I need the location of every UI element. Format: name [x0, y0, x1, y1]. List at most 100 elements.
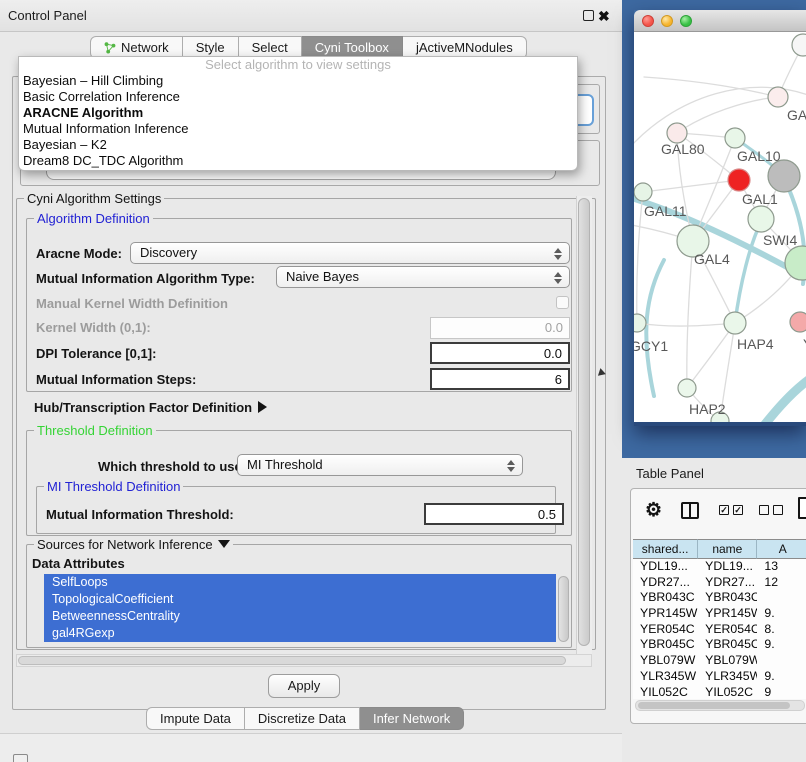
table-toolbar: ⚙ ✓ ✓: [631, 489, 806, 537]
document-icon[interactable]: [798, 497, 806, 519]
table-row[interactable]: YDL19...YDL19...13: [633, 559, 806, 575]
network-window-titlebar[interactable]: [634, 10, 806, 32]
collapse-down-icon[interactable]: [218, 540, 230, 548]
which-threshold-combo[interactable]: MI Threshold: [237, 454, 523, 476]
close-traffic-light[interactable]: [642, 15, 654, 27]
table-horizontal-scrollbar[interactable]: [635, 700, 805, 711]
mode-tab-label: Infer Network: [373, 708, 450, 729]
mode-tab-impute-data[interactable]: Impute Data: [146, 707, 245, 730]
network-node[interactable]: [667, 123, 687, 143]
table-row[interactable]: YBR043CYBR043C: [633, 590, 806, 606]
mi-steps-field[interactable]: 6: [430, 368, 570, 390]
network-node[interactable]: [768, 87, 788, 107]
table-cell: 13: [757, 559, 806, 575]
split-columns-icon[interactable]: [681, 502, 699, 519]
column-header-shared[interactable]: shared...: [633, 539, 698, 559]
mi-type-value: Naive Bayes: [286, 269, 359, 284]
float-window-icon[interactable]: [583, 10, 594, 21]
checked-checkbox-icon[interactable]: ✓: [733, 505, 743, 515]
table-scrollbar-thumb[interactable]: [638, 702, 790, 709]
table-panel: Table Panel ⚙ ✓ ✓ shared...nameA YDL19..…: [622, 458, 806, 762]
algorithm-dropdown: Select algorithm to view settings Bayesi…: [18, 56, 578, 171]
checked-checkbox-icon[interactable]: ✓: [719, 505, 729, 515]
which-threshold-value: MI Threshold: [247, 457, 323, 472]
attribute-item-topologicalcoefficient[interactable]: TopologicalCoefficient: [44, 591, 556, 608]
network-edge[interactable]: [687, 241, 693, 388]
node-label-swi4: SWI4: [763, 232, 797, 248]
zoom-traffic-light[interactable]: [680, 15, 692, 27]
mi-threshold-field[interactable]: 0.5: [424, 503, 564, 525]
mi-type-combo[interactable]: Naive Bayes: [276, 266, 570, 288]
network-node[interactable]: [728, 169, 750, 191]
network-edge[interactable]: [637, 192, 643, 323]
close-icon[interactable]: ✖: [598, 4, 610, 28]
unchecked-checkbox-icon[interactable]: [759, 505, 769, 515]
algorithm-option-dream8-dc-tdc-algorithm[interactable]: Dream8 DC_TDC Algorithm: [19, 153, 577, 169]
column-header-a[interactable]: A: [757, 539, 806, 559]
aracne-mode-combo[interactable]: Discovery: [130, 242, 570, 264]
table-row[interactable]: YPR145WYPR145W9.: [633, 606, 806, 622]
minimize-traffic-light[interactable]: [661, 15, 673, 27]
network-node[interactable]: [785, 246, 806, 280]
algorithm-dropdown-list: Bayesian – Hill ClimbingBasic Correlatio…: [19, 73, 577, 169]
table-cell: [757, 590, 806, 606]
mode-tab-discretize-data[interactable]: Discretize Data: [245, 707, 360, 730]
algorithm-option-aracne-algorithm[interactable]: ARACNE Algorithm: [19, 105, 577, 121]
settings-vertical-scrollbar-thumb[interactable]: [578, 198, 590, 646]
network-node[interactable]: [634, 314, 646, 332]
unchecked-checkbox-icon[interactable]: [773, 505, 783, 515]
table-cell: 8.: [757, 622, 806, 638]
table-row[interactable]: YIL052CYIL052C9: [633, 685, 806, 700]
algorithm-option-bayesian-hill-climbing[interactable]: Bayesian – Hill Climbing: [19, 73, 577, 89]
table-row[interactable]: YLR345WYLR345W9.: [633, 669, 806, 685]
algorithm-option-basic-correlation-inference[interactable]: Basic Correlation Inference: [19, 89, 577, 105]
table-cell: YBR045C: [633, 637, 698, 653]
network-node[interactable]: [790, 312, 806, 332]
network-node[interactable]: [678, 379, 696, 397]
node-label-hap4: HAP4: [737, 336, 774, 352]
network-node[interactable]: [725, 128, 745, 148]
which-threshold-label: Which threshold to use:: [98, 459, 246, 474]
network-node[interactable]: [634, 183, 652, 201]
table-row[interactable]: YBR045CYBR045C9.: [633, 637, 806, 653]
sources-group-title[interactable]: Sources for Network Inference: [34, 537, 233, 552]
network-edge[interactable]: [687, 323, 735, 388]
table-row[interactable]: YER054CYER054C8.: [633, 622, 806, 638]
table-cell: YBL079W: [698, 653, 757, 669]
table-cell: YBL079W: [633, 653, 698, 669]
algorithm-option-bayesian-k2[interactable]: Bayesian – K2: [19, 137, 577, 153]
table-cell: 9.: [757, 669, 806, 685]
kernel-width-field[interactable]: 0.0: [430, 317, 570, 339]
attributes-scrollbar-thumb[interactable]: [558, 576, 569, 642]
kernel-width-label: Kernel Width (0,1):: [36, 320, 151, 335]
table-row[interactable]: YDR27...YDR27...12: [633, 575, 806, 591]
algorithm-option-mutual-information-inference[interactable]: Mutual Information Inference: [19, 121, 577, 137]
dpi-tolerance-field[interactable]: 0.0: [430, 342, 570, 364]
network-node[interactable]: [748, 206, 774, 232]
table-cell: YBR043C: [698, 590, 757, 606]
table-cell: YPR145W: [698, 606, 757, 622]
table-row[interactable]: YBL079WYBL079W: [633, 653, 806, 669]
hub-definition-toggle[interactable]: Hub/Transcription Factor Definition: [34, 400, 267, 415]
attribute-item-gal4rgexp[interactable]: gal4RGexp: [44, 625, 556, 642]
network-node[interactable]: [792, 34, 806, 56]
attribute-item-betweennesscentrality[interactable]: BetweennessCentrality: [44, 608, 556, 625]
minimized-panel-icon[interactable]: [13, 754, 28, 762]
network-node[interactable]: [768, 160, 800, 192]
mode-tab-infer-network[interactable]: Infer Network: [360, 707, 464, 730]
settings-horizontal-scrollbar-thumb[interactable]: [18, 656, 566, 665]
table-cell: YIL052C: [698, 685, 757, 700]
column-header-name[interactable]: name: [698, 539, 757, 559]
network-node[interactable]: [724, 312, 746, 334]
network-edge[interactable]: [646, 260, 664, 396]
node-label-gcy1: GCY1: [634, 338, 668, 354]
gear-icon[interactable]: ⚙: [645, 499, 662, 522]
manual-kernel-checkbox[interactable]: [556, 296, 569, 309]
network-edge[interactable]: [762, 370, 806, 422]
attribute-item-selfloops[interactable]: SelfLoops: [44, 574, 556, 591]
expand-right-icon[interactable]: [258, 401, 267, 413]
apply-button[interactable]: Apply: [268, 674, 340, 698]
network-edge[interactable]: [637, 323, 735, 326]
network-canvas[interactable]: GALGAL80GAL10GAL1GAL11SWI4GAL4HAP4GCY1YH…: [634, 32, 806, 422]
network-edge[interactable]: [643, 180, 739, 192]
